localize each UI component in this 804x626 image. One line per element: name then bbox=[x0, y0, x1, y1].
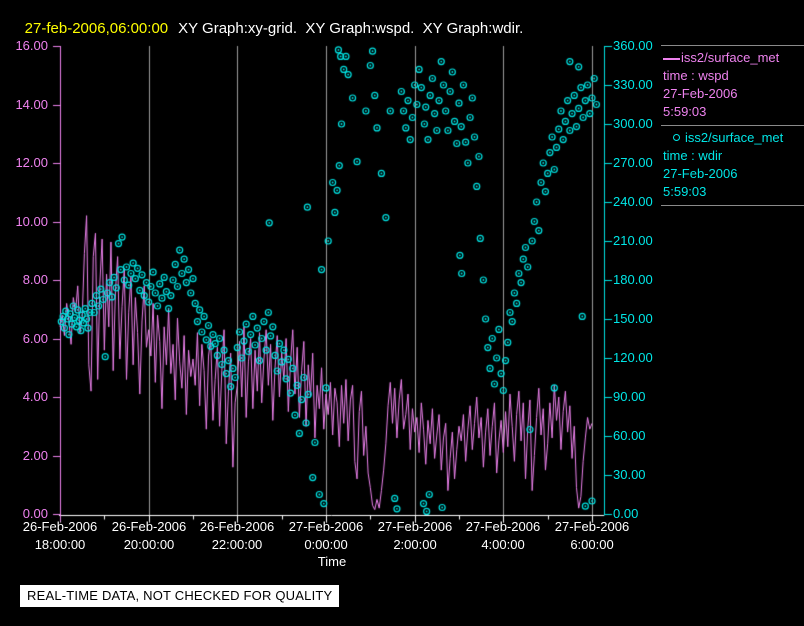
y-left-tick-label: 14.00 bbox=[15, 97, 48, 112]
legend-source: iss2/surface_met bbox=[681, 50, 780, 65]
y-left-tick-label: 12.00 bbox=[15, 155, 48, 170]
y-right-tick-label: 30.00 bbox=[613, 467, 646, 482]
x-tick-label-date: 27-Feb-2006 bbox=[377, 519, 453, 534]
legend-time: 5:59:03 bbox=[663, 104, 707, 119]
x-tick-label-date: 26-Feb-2006 bbox=[199, 519, 275, 534]
legend-time: 5:59:03 bbox=[663, 184, 707, 199]
legend: iss2/surface_met time : wspd 27-Feb-2006… bbox=[661, 45, 804, 206]
x-tick-label-time: 22:00:00 bbox=[211, 537, 263, 552]
legend-variable: time : wdir bbox=[663, 148, 723, 163]
circle-marker-icon bbox=[673, 134, 680, 142]
y-right-tick-label: 330.00 bbox=[613, 77, 653, 92]
x-tick-label-time: 2:00:00 bbox=[393, 537, 437, 552]
x-tick-label-time: 0:00:00 bbox=[304, 537, 348, 552]
y-left-tick-label: 10.00 bbox=[15, 214, 48, 229]
x-tick-label-time: 20:00:00 bbox=[123, 537, 175, 552]
x-tick-label-date: 27-Feb-2006 bbox=[288, 519, 364, 534]
legend-entry-wdir[interactable]: iss2/surface_met time : wdir 27-Feb-2006… bbox=[661, 125, 804, 206]
legend-variable: time : wspd bbox=[663, 68, 729, 83]
y-left-tick-label: 16.00 bbox=[15, 38, 48, 53]
legend-source: iss2/surface_met bbox=[685, 130, 784, 145]
y-right-tick-label: 270.00 bbox=[613, 155, 653, 170]
line-sample-icon bbox=[663, 57, 680, 60]
legend-date: 27-Feb-2006 bbox=[663, 86, 738, 101]
y-left-tick-label: 4.00 bbox=[22, 389, 48, 404]
x-tick-label-date: 27-Feb-2006 bbox=[554, 519, 630, 534]
y-right-tick-label: 180.00 bbox=[613, 272, 653, 287]
y-right-tick-label: 240.00 bbox=[613, 194, 653, 209]
legend-date: 27-Feb-2006 bbox=[663, 166, 738, 181]
y-right-tick-label: 150.00 bbox=[613, 311, 653, 326]
x-tick-label-time: 18:00:00 bbox=[34, 537, 86, 552]
x-tick-label-date: 27-Feb-2006 bbox=[465, 519, 541, 534]
x-tick-label-date: 26-Feb-2006 bbox=[111, 519, 187, 534]
y-right-tick-label: 210.00 bbox=[613, 233, 653, 248]
y-right-tick-label: 60.00 bbox=[613, 428, 646, 443]
x-tick-label-date: 26-Feb-2006 bbox=[22, 519, 98, 534]
y-left-tick-label: 2.00 bbox=[22, 448, 48, 463]
app-window: 27-feb-2006,06:00:00XY Graph:xy-grid. XY… bbox=[0, 0, 804, 626]
y-right-tick-label: 120.00 bbox=[613, 350, 653, 365]
y-right-tick-label: 90.00 bbox=[613, 389, 646, 404]
legend-entry-wspd[interactable]: iss2/surface_met time : wspd 27-Feb-2006… bbox=[661, 45, 804, 125]
y-left-tick-label: 8.00 bbox=[22, 272, 48, 287]
y-right-tick-label: 300.00 bbox=[613, 116, 653, 131]
x-tick-label-time: 6:00:00 bbox=[570, 537, 614, 552]
x-tick-label-time: 4:00:00 bbox=[481, 537, 525, 552]
y-left-tick-label: 6.00 bbox=[22, 331, 48, 346]
x-axis-title: Time bbox=[317, 554, 347, 569]
y-right-tick-label: 360.00 bbox=[613, 38, 653, 53]
realtime-notice: REAL-TIME DATA, NOT CHECKED FOR QUALITY bbox=[20, 585, 340, 607]
